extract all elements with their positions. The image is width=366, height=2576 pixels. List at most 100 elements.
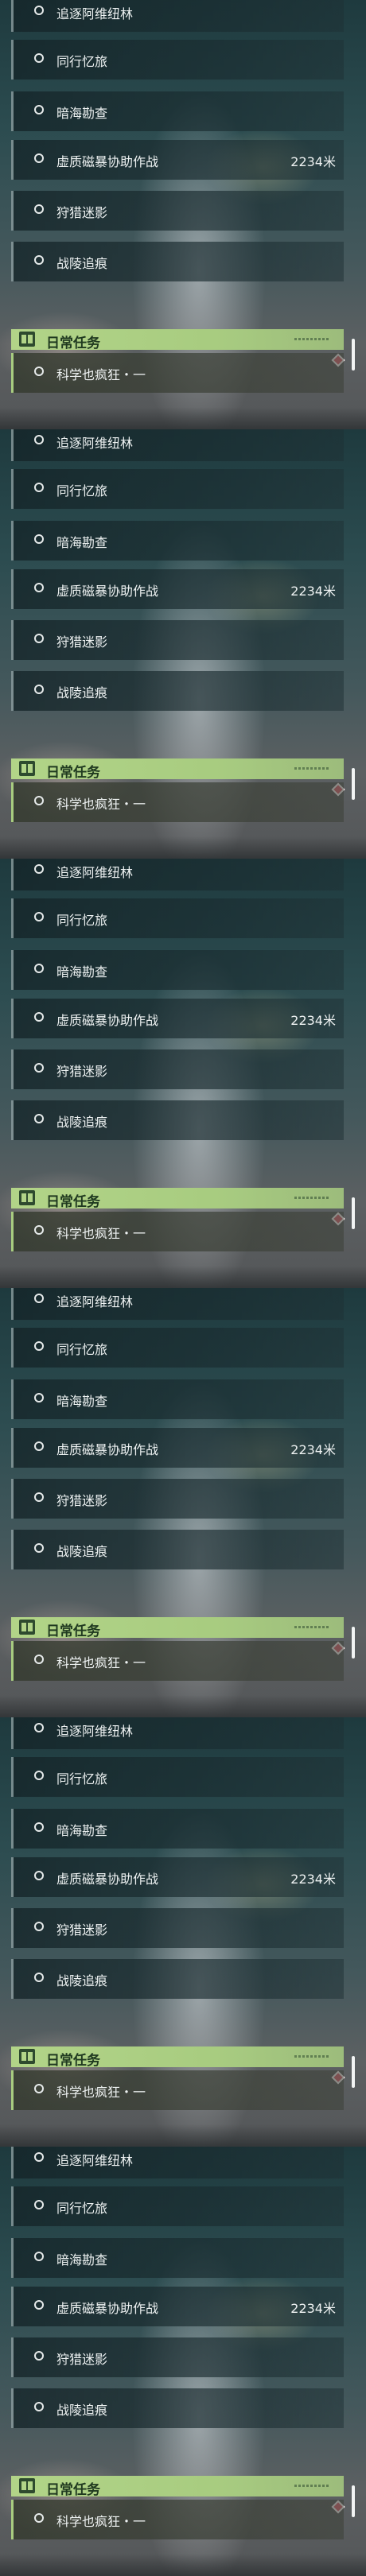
daily-task-header[interactable]: 日常任务 xyxy=(11,758,344,781)
circle-status-icon xyxy=(34,912,44,921)
quest-item[interactable]: 暗海勘查 xyxy=(11,950,344,990)
quest-item[interactable]: 战陵追痕 xyxy=(11,2388,344,2428)
quest-item[interactable]: 虚质磁暴协助作战 2234米 xyxy=(11,569,344,609)
daily-task-header[interactable]: 日常任务 xyxy=(11,2476,344,2498)
scrollbar-thumb[interactable] xyxy=(352,2056,355,2088)
quest-item[interactable]: 狩猎迷影 xyxy=(11,191,344,231)
daily-quest-item[interactable]: 科学也疯狂・一 xyxy=(11,1641,344,1681)
daily-task-title: 日常任务 xyxy=(46,1194,100,1210)
quest-item[interactable]: 暗海勘查 xyxy=(11,91,344,131)
circle-status-icon xyxy=(34,1063,44,1073)
scrollbar-thumb[interactable] xyxy=(352,768,355,800)
quest-item[interactable]: 同行忆旅 xyxy=(11,40,344,80)
quest-label: 同行忆旅 xyxy=(56,913,108,928)
quest-item[interactable]: 同行忆旅 xyxy=(11,2186,344,2226)
daily-task-header[interactable]: 日常任务 xyxy=(11,2046,344,2069)
daily-task-header[interactable]: 日常任务 xyxy=(11,1617,344,1639)
circle-status-icon xyxy=(34,53,44,63)
daily-task-title: 日常任务 xyxy=(46,765,100,781)
scrollbar-thumb[interactable] xyxy=(352,1197,355,1229)
quest-item[interactable]: 追逐阿维纽林 xyxy=(11,859,344,890)
quest-item[interactable]: 战陵追痕 xyxy=(11,671,344,711)
quest-item[interactable]: 同行忆旅 xyxy=(11,1328,344,1368)
quest-item[interactable]: 同行忆旅 xyxy=(11,469,344,509)
quest-item[interactable]: 虚质磁暴协助作战 2234米 xyxy=(11,140,344,180)
quest-label: 虚质磁暴协助作战 xyxy=(56,2301,159,2316)
quest-label: 追逐阿维纽林 xyxy=(56,1294,134,1309)
quest-label: 暗海勘查 xyxy=(56,1823,108,1838)
quest-item[interactable]: 追逐阿维纽林 xyxy=(11,1288,344,1320)
daily-quest-item[interactable]: 科学也疯狂・一 xyxy=(11,1212,344,1251)
daily-task-header[interactable]: 日常任务 xyxy=(11,329,344,351)
daily-quest-item[interactable]: 科学也疯狂・一 xyxy=(11,2500,344,2539)
quest-label: 狩猎迷影 xyxy=(56,205,108,220)
circle-status-icon xyxy=(34,2200,44,2209)
quest-item[interactable]: 狩猎迷影 xyxy=(11,1479,344,1519)
daily-task-header[interactable]: 日常任务 xyxy=(11,1188,344,1210)
daily-quest-item[interactable]: 科学也疯狂・一 xyxy=(11,782,344,822)
daily-quest-label: 科学也疯狂・一 xyxy=(56,2085,146,2100)
quest-label: 狩猎迷影 xyxy=(56,1922,108,1938)
quest-item[interactable]: 狩猎迷影 xyxy=(11,1908,344,1948)
circle-status-icon xyxy=(34,1973,44,1982)
scrollbar-thumb[interactable] xyxy=(352,1627,355,1658)
daily-task-title: 日常任务 xyxy=(46,2482,100,2498)
circle-status-icon xyxy=(34,1871,44,1880)
quest-label: 暗海勘查 xyxy=(56,535,108,550)
quest-label: 同行忆旅 xyxy=(56,2201,108,2216)
quest-label: 战陵追痕 xyxy=(56,1544,108,1559)
quest-label: 暗海勘查 xyxy=(56,1394,108,1409)
quest-tracker-panel: 追逐阿维纽林 同行忆旅 暗海勘查 虚质磁暴协助作战 2234米 狩猎迷影 战陵追… xyxy=(0,2147,366,2576)
quest-item[interactable]: 狩猎迷影 xyxy=(11,620,344,660)
header-decoration xyxy=(294,338,329,340)
daily-task-title: 日常任务 xyxy=(46,336,100,351)
quest-tracker-panel: 追逐阿维纽林 同行忆旅 暗海勘查 虚质磁暴协助作战 2234米 狩猎迷影 战陵追… xyxy=(0,1717,366,2147)
quest-item[interactable]: 追逐阿维纽林 xyxy=(11,1717,344,1749)
daily-quest-item[interactable]: 科学也疯狂・一 xyxy=(11,2070,344,2110)
quest-item[interactable]: 虚质磁暴协助作战 2234米 xyxy=(11,1857,344,1897)
quest-item[interactable]: 同行忆旅 xyxy=(11,898,344,938)
quest-item[interactable]: 追逐阿维纽林 xyxy=(11,429,344,461)
quest-item[interactable]: 暗海勘查 xyxy=(11,1809,344,1849)
quest-item[interactable]: 战陵追痕 xyxy=(11,242,344,281)
header-decoration xyxy=(294,1197,329,1199)
quest-item[interactable]: 暗海勘查 xyxy=(11,521,344,561)
scrollbar-thumb[interactable] xyxy=(352,339,355,370)
quest-label: 战陵追痕 xyxy=(56,1973,108,1988)
quest-label: 虚质磁暴协助作战 xyxy=(56,1872,159,1887)
quest-distance: 2234米 xyxy=(290,584,336,599)
quest-label: 战陵追痕 xyxy=(56,256,108,271)
quest-label: 虚质磁暴协助作战 xyxy=(56,584,159,599)
quest-item[interactable]: 战陵追痕 xyxy=(11,1530,344,1569)
book-icon xyxy=(19,1190,35,1205)
quest-item[interactable]: 追逐阿维纽林 xyxy=(11,0,344,32)
quest-item[interactable]: 狩猎迷影 xyxy=(11,2337,344,2377)
daily-quest-item[interactable]: 科学也疯狂・一 xyxy=(11,353,344,393)
circle-status-icon xyxy=(34,483,44,492)
quest-item[interactable]: 同行忆旅 xyxy=(11,1757,344,1797)
quest-distance: 2234米 xyxy=(290,1872,336,1887)
quest-item[interactable]: 狩猎迷影 xyxy=(11,1049,344,1089)
daily-quest-label: 科学也疯狂・一 xyxy=(56,2514,146,2529)
quest-item[interactable]: 战陵追痕 xyxy=(11,1959,344,1999)
quest-item[interactable]: 战陵追痕 xyxy=(11,1100,344,1140)
header-decoration xyxy=(294,767,329,770)
quest-item[interactable]: 虚质磁暴协助作战 2234米 xyxy=(11,1428,344,1468)
circle-status-icon xyxy=(34,204,44,214)
circle-status-icon xyxy=(34,1543,44,1553)
circle-status-icon xyxy=(34,2300,44,2310)
daily-task-title: 日常任务 xyxy=(46,2053,100,2069)
quest-item[interactable]: 虚质磁暴协助作战 2234米 xyxy=(11,2287,344,2326)
daily-quest-label: 科学也疯狂・一 xyxy=(56,797,146,812)
quest-item[interactable]: 虚质磁暴协助作战 2234米 xyxy=(11,999,344,1038)
book-icon xyxy=(19,332,35,347)
circle-status-icon xyxy=(34,2152,44,2162)
circle-status-icon xyxy=(34,1492,44,1502)
quest-item[interactable]: 暗海勘查 xyxy=(11,1379,344,1419)
circle-status-icon xyxy=(34,583,44,592)
quest-item[interactable]: 暗海勘查 xyxy=(11,2238,344,2278)
scrollbar-thumb[interactable] xyxy=(352,2485,355,2517)
quest-tracker-panel: 追逐阿维纽林 同行忆旅 暗海勘查 虚质磁暴协助作战 2234米 狩猎迷影 战陵追… xyxy=(0,0,366,429)
circle-status-icon xyxy=(34,435,44,444)
quest-item[interactable]: 追逐阿维纽林 xyxy=(11,2147,344,2178)
